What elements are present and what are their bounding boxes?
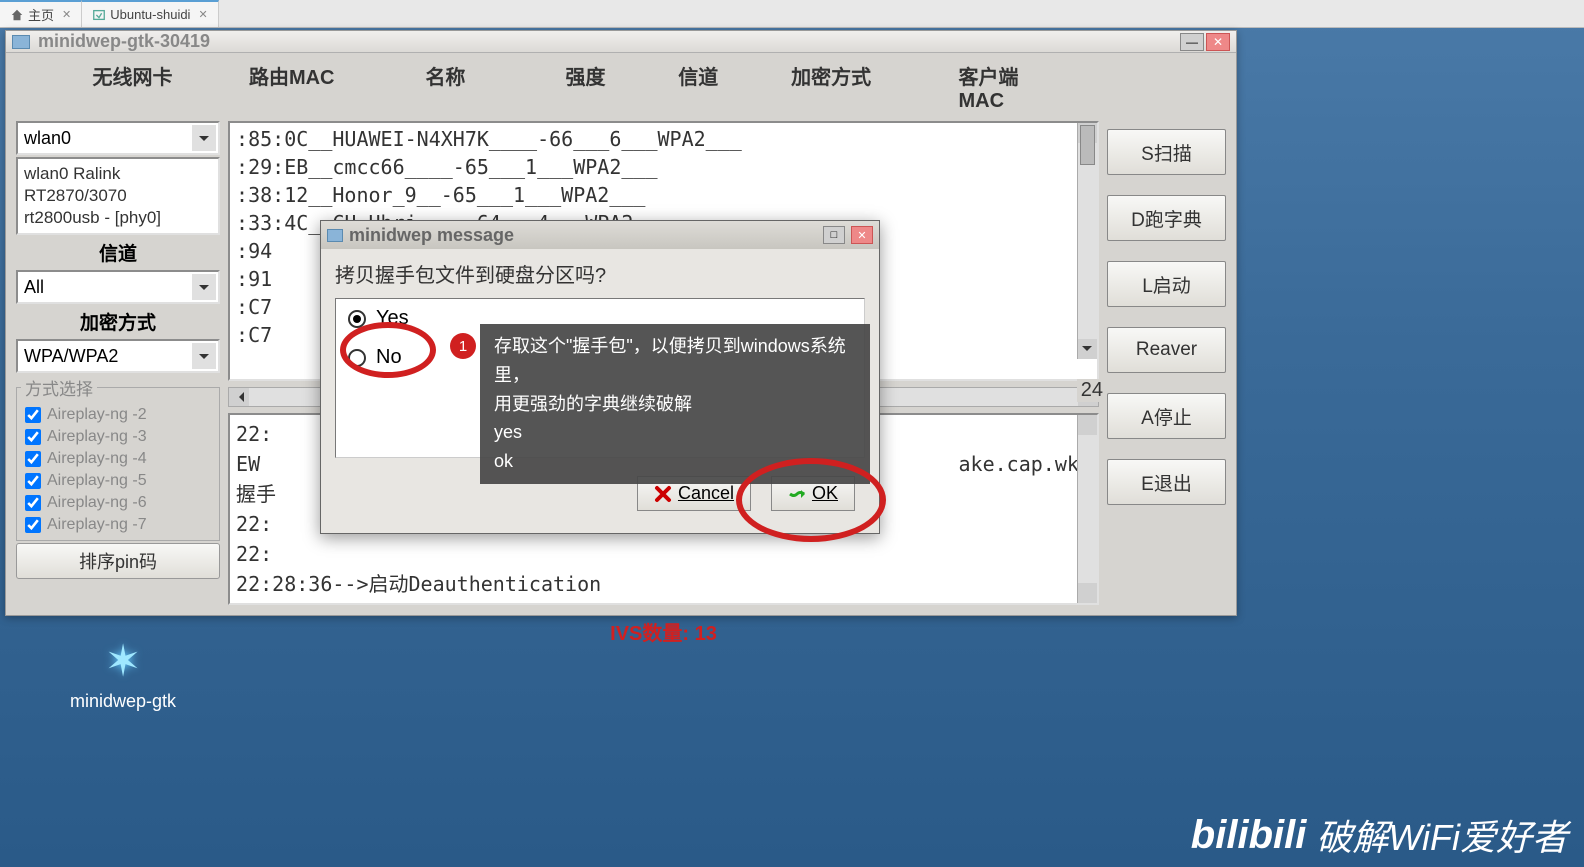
network-row[interactable]: :85:0C__HUAWEI-N4XH7K____-66___6___WPA2_…	[232, 125, 1095, 153]
chevron-down-icon	[192, 125, 216, 151]
bilibili-logo: bilibili	[1191, 813, 1307, 858]
close-button[interactable]: ✕	[1206, 33, 1230, 51]
encrypt-value: WPA/WPA2	[24, 346, 118, 367]
chevron-down-icon	[192, 274, 216, 300]
radio-label: Yes	[376, 307, 409, 330]
left-panel: wlan0 wlan0 Ralink RT2870/3070 rt2800usb…	[16, 121, 220, 652]
right-panel: S扫描 D跑字典 L启动 Reaver A停止 E退出	[1107, 121, 1226, 652]
method-label: Aireplay-ng -4	[47, 450, 147, 468]
method-label: Aireplay-ng -5	[47, 472, 147, 490]
scroll-down-icon[interactable]	[1078, 583, 1097, 603]
stop-button[interactable]: A停止	[1107, 393, 1226, 439]
desktop-icon-minidwep[interactable]: ✶ minidwep-gtk	[70, 636, 176, 712]
encrypt-label: 加密方式	[16, 306, 220, 337]
folder-icon	[327, 229, 343, 242]
network-row[interactable]: :38:12__Honor_9__-65___1___WPA2___	[232, 181, 1095, 209]
scroll-down-icon[interactable]	[1078, 339, 1097, 359]
folder-icon	[12, 35, 30, 49]
tab-label: Ubuntu-shuidi	[110, 7, 190, 22]
method-label: Aireplay-ng -3	[47, 428, 147, 446]
watermark: bilibili 破解WiFi爱好者	[1191, 809, 1568, 861]
channel-value: All	[24, 277, 44, 298]
method-checkbox[interactable]: Aireplay-ng -4	[21, 448, 215, 470]
cancel-icon	[654, 485, 672, 503]
exit-button[interactable]: E退出	[1107, 459, 1226, 505]
header-mac: 路由MAC	[249, 61, 385, 113]
header-client: 客户端MAC	[958, 61, 1054, 113]
log-line: 22:	[236, 539, 1091, 569]
launch-button[interactable]: L启动	[1107, 261, 1226, 307]
minimize-button[interactable]: —	[1180, 33, 1204, 51]
checkbox-icon[interactable]	[25, 517, 41, 533]
tab-label: 主页	[28, 5, 54, 24]
checkbox-icon[interactable]	[25, 473, 41, 489]
scrollbar-vertical[interactable]	[1077, 123, 1097, 359]
radio-icon	[348, 349, 366, 367]
channel-label: 信道	[16, 237, 220, 268]
method-fieldset: 方式选择 Aireplay-ng -2 Aireplay-ng -3 Airepla…	[16, 375, 220, 541]
method-checkbox[interactable]: Aireplay-ng -3	[21, 426, 215, 448]
dialog-maximize-button[interactable]: □	[823, 226, 845, 244]
checkbox-icon[interactable]	[25, 407, 41, 423]
method-label: Aireplay-ng -7	[47, 516, 147, 534]
tab-ubuntu[interactable]: Ubuntu-shuidi ✕	[82, 0, 218, 27]
header-iface: 无线网卡	[16, 61, 249, 113]
dialog-question: 拷贝握手包文件到硬盘分区吗?	[335, 259, 865, 288]
annotation-tooltip: 存取这个"握手包"，以便拷贝到windows系统里， 用更强劲的字典继续破解 y…	[480, 324, 870, 484]
app-icon: ✶	[70, 636, 176, 687]
method-checkbox[interactable]: Aireplay-ng -5	[21, 470, 215, 492]
method-checkbox[interactable]: Aireplay-ng -7	[21, 514, 215, 536]
dict-button[interactable]: D跑字典	[1107, 195, 1226, 241]
checkbox-icon[interactable]	[25, 429, 41, 445]
dialog-titlebar: minidwep message □ ✕	[321, 221, 879, 249]
column-headers: 无线网卡 路由MAC 名称 强度 信道 加密方式 客户端MAC	[6, 53, 1236, 121]
card-info: wlan0 Ralink RT2870/3070 rt2800usb - [ph…	[16, 157, 220, 235]
header-name: 名称	[425, 61, 525, 113]
log-line: 22:28:36-->启动Deauthentication	[236, 569, 1091, 599]
radio-label: No	[376, 346, 402, 369]
radio-icon	[348, 310, 366, 328]
iface-value: wlan0	[24, 128, 71, 149]
scroll-left-icon[interactable]	[229, 388, 249, 406]
desktop-icon-label: minidwep-gtk	[70, 691, 176, 712]
close-icon[interactable]: ✕	[198, 8, 207, 21]
header-encrypt: 加密方式	[791, 61, 918, 113]
scroll-thumb[interactable]	[1080, 125, 1095, 165]
checkbox-icon[interactable]	[25, 495, 41, 511]
channel-combo[interactable]: All	[16, 270, 220, 304]
header-signal: 强度	[566, 61, 639, 113]
sort-pin-button[interactable]: 排序pin码	[16, 543, 220, 579]
watermark-text: 破解WiFi爱好者	[1316, 809, 1568, 861]
close-icon[interactable]: ✕	[62, 8, 71, 21]
window-title: minidwep-gtk-30419	[38, 31, 1180, 52]
ok-icon	[788, 485, 806, 503]
reaver-button[interactable]: Reaver	[1107, 327, 1226, 373]
home-icon	[10, 8, 24, 22]
method-label: Aireplay-ng -2	[47, 406, 147, 424]
network-row[interactable]: :29:EB__cmcc66____-65___1___WPA2___	[232, 153, 1095, 181]
ivs-count: IVS数量: 13	[228, 611, 1099, 652]
scroll-up-icon[interactable]	[1078, 415, 1097, 435]
method-checkbox[interactable]: Aireplay-ng -6	[21, 492, 215, 514]
method-checkbox[interactable]: Aireplay-ng -2	[21, 404, 215, 426]
scan-button[interactable]: S扫描	[1107, 129, 1226, 175]
tab-home[interactable]: 主页 ✕	[0, 0, 82, 27]
vm-icon	[92, 8, 106, 22]
network-count: 24	[1077, 379, 1107, 402]
log-scrollbar[interactable]	[1077, 415, 1097, 603]
chevron-down-icon	[192, 343, 216, 369]
checkbox-icon[interactable]	[25, 451, 41, 467]
header-channel: 信道	[678, 61, 751, 113]
tab-bar: 主页 ✕ Ubuntu-shuidi ✕	[0, 0, 1584, 28]
dialog-close-button[interactable]: ✕	[851, 226, 873, 244]
method-label: Aireplay-ng -6	[47, 494, 147, 512]
titlebar: minidwep-gtk-30419 — ✕	[6, 31, 1236, 53]
method-legend: 方式选择	[21, 375, 97, 400]
iface-combo[interactable]: wlan0	[16, 121, 220, 155]
dialog-title: minidwep message	[349, 225, 817, 246]
encrypt-combo[interactable]: WPA/WPA2	[16, 339, 220, 373]
